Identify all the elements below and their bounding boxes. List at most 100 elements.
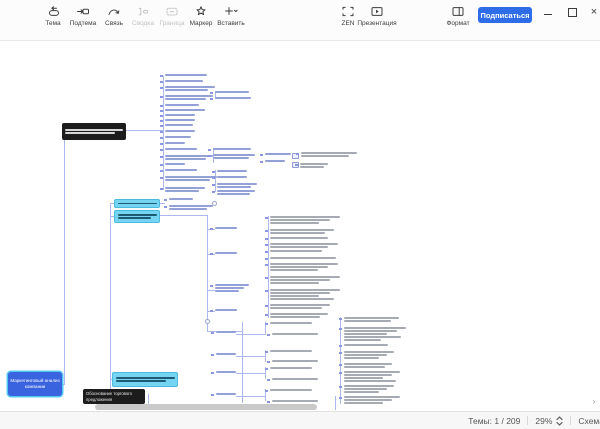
text-line bbox=[272, 333, 318, 335]
horizontal-scrollbar[interactable] bbox=[95, 404, 317, 410]
map-node-txt[interactable] bbox=[272, 360, 318, 362]
svodka-icon bbox=[136, 4, 150, 19]
map-node-txt[interactable] bbox=[215, 284, 249, 292]
map-node-txt[interactable] bbox=[165, 86, 215, 91]
map-node-txt[interactable] bbox=[300, 163, 328, 168]
map-node-txt[interactable] bbox=[216, 371, 236, 373]
map-node-txt[interactable] bbox=[165, 109, 205, 111]
toolbar-button-podtema[interactable]: Подтема bbox=[66, 4, 100, 36]
map-node-txt[interactable] bbox=[272, 378, 318, 380]
map-node-txt[interactable] bbox=[270, 322, 312, 324]
map-node-txt[interactable] bbox=[165, 142, 185, 144]
map-node-txt[interactable] bbox=[344, 351, 394, 359]
map-node-txt[interactable] bbox=[270, 243, 338, 248]
divider bbox=[527, 416, 528, 425]
map-node-txt[interactable] bbox=[344, 396, 400, 404]
map-node-txt[interactable] bbox=[165, 136, 191, 138]
map-node-txt[interactable] bbox=[215, 91, 249, 93]
minimize-button[interactable] bbox=[540, 5, 556, 19]
map-node-txt[interactable] bbox=[165, 80, 203, 82]
map-node-txt[interactable] bbox=[165, 130, 195, 132]
map-node-txt[interactable] bbox=[165, 169, 197, 171]
map-node-txt[interactable] bbox=[272, 400, 318, 402]
map-node-txt[interactable] bbox=[301, 152, 357, 157]
map-connector bbox=[236, 334, 265, 335]
map-node-txt[interactable] bbox=[217, 183, 257, 188]
map-node-txt[interactable] bbox=[344, 371, 400, 382]
map-node-txt[interactable] bbox=[270, 389, 312, 391]
map-node-cyan[interactable] bbox=[112, 372, 178, 387]
map-node-dark[interactable]: Обоснование торгового предложения bbox=[83, 389, 145, 404]
map-node-txt[interactable] bbox=[270, 367, 312, 369]
map-node-txt[interactable] bbox=[265, 153, 291, 155]
map-node-cyan[interactable] bbox=[114, 199, 160, 208]
close-button[interactable]: × bbox=[586, 5, 600, 19]
map-node-txt[interactable] bbox=[165, 114, 195, 116]
map-node-cyan[interactable] bbox=[114, 210, 160, 223]
toolbar-button-prezentacia[interactable]: Презентация bbox=[352, 4, 402, 36]
map-node-txt[interactable] bbox=[165, 163, 185, 165]
map-node-circ bbox=[212, 201, 217, 206]
map-node-txt[interactable] bbox=[217, 170, 247, 172]
map-node-txt[interactable] bbox=[215, 227, 237, 229]
map-node-dark[interactable] bbox=[62, 123, 126, 140]
text-line bbox=[270, 389, 312, 391]
toolbar-button-format[interactable]: Формат bbox=[438, 4, 478, 36]
text-line bbox=[216, 393, 236, 395]
map-node-txt[interactable] bbox=[165, 104, 199, 106]
maximize-button[interactable] bbox=[564, 5, 580, 19]
map-node-txt[interactable] bbox=[270, 250, 322, 252]
map-node-txt[interactable] bbox=[270, 304, 330, 309]
map-node-root[interactable]: Маркетинговый анализ компании bbox=[8, 372, 62, 396]
map-node-txt[interactable] bbox=[344, 385, 394, 393]
map-node-txt[interactable] bbox=[169, 205, 213, 210]
map-node-txt[interactable] bbox=[217, 176, 247, 178]
text-line bbox=[270, 243, 338, 245]
text-line bbox=[215, 309, 237, 311]
map-node-txt[interactable] bbox=[265, 160, 285, 162]
mindmap-canvas[interactable]: Маркетинговый анализ компании Обоснование… bbox=[0, 40, 600, 411]
map-node-txt[interactable] bbox=[165, 95, 213, 100]
outline-toggle[interactable]: Схема bbox=[578, 416, 600, 426]
map-node-txt[interactable] bbox=[270, 313, 328, 318]
map-node-txt[interactable] bbox=[344, 344, 388, 346]
map-node-txt[interactable] bbox=[272, 333, 318, 335]
toolbar-button-vstavit[interactable]: Вставить bbox=[212, 4, 250, 36]
map-node-txt[interactable] bbox=[270, 237, 328, 239]
map-node-txt[interactable] bbox=[213, 148, 251, 150]
map-node-txt[interactable] bbox=[217, 190, 255, 195]
text-line bbox=[270, 304, 330, 306]
map-node-txt[interactable] bbox=[213, 154, 255, 159]
map-node-txt[interactable] bbox=[216, 331, 236, 333]
map-node-txt[interactable] bbox=[270, 289, 340, 300]
scroll-right-icon[interactable]: › bbox=[589, 396, 599, 406]
map-node-txt[interactable] bbox=[165, 124, 193, 126]
map-node-txt[interactable] bbox=[344, 327, 406, 341]
map-node-txt[interactable] bbox=[270, 257, 336, 259]
text-line bbox=[300, 163, 328, 165]
map-node-txt[interactable] bbox=[165, 187, 205, 192]
toolbar-button-tema[interactable]: Тема bbox=[36, 4, 70, 36]
map-node-txt[interactable] bbox=[165, 74, 207, 76]
map-node-txt[interactable] bbox=[169, 198, 193, 200]
text-line bbox=[165, 114, 195, 116]
map-node-txt[interactable] bbox=[165, 148, 197, 150]
map-node-txt[interactable] bbox=[165, 155, 213, 160]
map-node-txt[interactable] bbox=[216, 353, 236, 355]
map-node-txt[interactable] bbox=[344, 317, 399, 322]
map-node-txt[interactable] bbox=[344, 363, 392, 368]
map-node-txt[interactable] bbox=[270, 216, 340, 224]
zoom-stepper[interactable] bbox=[556, 416, 563, 426]
map-node-txt[interactable] bbox=[215, 97, 251, 99]
map-node-txt[interactable] bbox=[270, 350, 312, 352]
map-node-txt[interactable] bbox=[270, 276, 340, 284]
map-node-txt[interactable] bbox=[216, 393, 236, 395]
map-node-txt[interactable] bbox=[270, 263, 338, 271]
map-node-txt[interactable] bbox=[215, 309, 237, 311]
marker-icon bbox=[194, 4, 208, 19]
map-node-txt[interactable] bbox=[165, 176, 217, 181]
map-node-txt[interactable] bbox=[215, 252, 237, 254]
map-node-txt[interactable] bbox=[165, 119, 195, 121]
subscribe-button[interactable]: Подписаться bbox=[478, 7, 532, 23]
map-node-txt[interactable] bbox=[270, 229, 334, 234]
